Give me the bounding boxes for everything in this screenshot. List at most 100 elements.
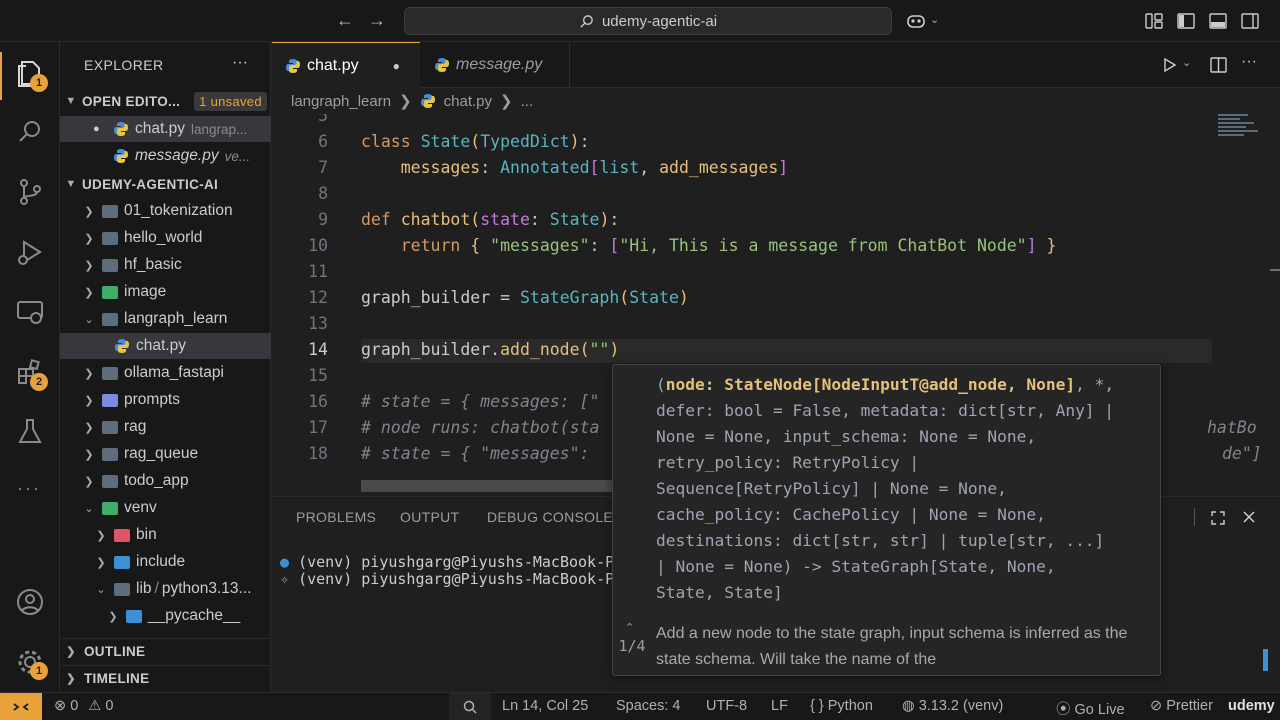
tree-folder[interactable]: ❯ ollama_fastapi bbox=[60, 360, 271, 386]
zoom-indicator[interactable] bbox=[449, 693, 491, 720]
chevron-down-icon: ▼ bbox=[65, 178, 77, 190]
broadcast-icon: ⦿ bbox=[1056, 702, 1071, 718]
search-text: udemy-agentic-ai bbox=[601, 12, 718, 30]
project-label: UDEMY-AGENTIC-AI bbox=[82, 176, 219, 192]
forward-arrow-icon[interactable]: → bbox=[368, 10, 386, 31]
horizontal-scrollbar[interactable] bbox=[361, 480, 621, 492]
tree-folder[interactable]: ❯ rag_queue bbox=[60, 441, 271, 467]
python-interpreter[interactable]: ◍ 3.13.2 (venv) bbox=[902, 698, 1003, 714]
testing-flask-icon[interactable] bbox=[14, 416, 46, 448]
signature-line: retry_policy: RetryPolicy | bbox=[656, 453, 920, 472]
tree-file-active[interactable]: chat.py bbox=[60, 333, 271, 359]
tree-folder-label: rag bbox=[124, 418, 147, 435]
pycache-folder-icon bbox=[126, 609, 142, 623]
line-endings[interactable]: LF bbox=[771, 698, 788, 714]
tree-folder[interactable]: ❯ image bbox=[60, 279, 271, 305]
tree-folder[interactable]: ❯ hello_world bbox=[60, 225, 271, 251]
outline-section[interactable]: ❯ OUTLINE bbox=[60, 638, 271, 664]
code-line-14: graph_builder.add_node("") bbox=[361, 340, 620, 359]
tree-folder[interactable]: ❯ hf_basic bbox=[60, 252, 271, 278]
back-arrow-icon[interactable]: ← bbox=[336, 10, 354, 31]
close-panel-icon[interactable] bbox=[1242, 510, 1256, 524]
error-icon: ⊗ bbox=[54, 698, 67, 714]
toggle-panel-icon[interactable] bbox=[1208, 11, 1228, 31]
breadcrumb-rest[interactable]: ... bbox=[521, 93, 534, 110]
tree-folder[interactable]: ❯ bin bbox=[60, 522, 271, 548]
explorer-more-actions[interactable]: ··· bbox=[232, 54, 248, 72]
code-line-16: # state = { messages: [" bbox=[361, 392, 600, 411]
terminal-status-dot-icon: ● bbox=[280, 553, 290, 571]
overload-up-chevron-icon[interactable]: ⌃ bbox=[625, 621, 634, 634]
minimap[interactable] bbox=[1212, 114, 1280, 496]
remote-explorer-icon[interactable] bbox=[14, 296, 46, 328]
code-line-18: # state = { "messages": bbox=[361, 444, 600, 463]
terminal-line: ✧ (venv) piyushgarg@Piyushs-MacBook-Pr bbox=[280, 570, 624, 588]
tree-folder-label: lib bbox=[136, 580, 152, 597]
cursor-position[interactable]: Ln 14, Col 25 bbox=[502, 698, 588, 714]
panel-tab-problems[interactable]: PROBLEMS bbox=[296, 509, 376, 525]
unsaved-dot-icon[interactable]: ● bbox=[393, 59, 400, 73]
split-editor-icon[interactable] bbox=[1210, 57, 1227, 73]
tree-folder[interactable]: ❯ prompts bbox=[60, 387, 271, 413]
tab-message-py[interactable]: message.py bbox=[420, 42, 570, 88]
encoding[interactable]: UTF-8 bbox=[706, 698, 747, 714]
go-live-button[interactable]: ⦿ Go Live bbox=[1056, 698, 1125, 719]
more-views-icon[interactable]: ··· bbox=[17, 478, 41, 499]
folder-icon bbox=[102, 474, 118, 488]
tab-chat-py[interactable]: chat.py ● bbox=[272, 42, 420, 88]
toggle-primary-sidebar-icon[interactable] bbox=[1176, 11, 1196, 31]
source-control-icon[interactable] bbox=[14, 176, 46, 208]
remote-indicator[interactable] bbox=[0, 693, 42, 720]
timeline-section[interactable]: ❯ TIMELINE bbox=[60, 665, 271, 691]
maximize-panel-icon[interactable] bbox=[1210, 510, 1226, 526]
run-debug-icon[interactable] bbox=[14, 236, 46, 268]
command-center-search[interactable]: udemy-agentic-ai bbox=[404, 7, 892, 35]
tree-folder-label: todo_app bbox=[124, 472, 189, 489]
code-line-9: def chatbot(state: State): bbox=[361, 210, 620, 229]
tree-folder-label: rag_queue bbox=[124, 445, 199, 462]
line-number: 5 bbox=[318, 114, 328, 125]
folder-icon bbox=[102, 366, 118, 380]
tree-folder-open[interactable]: ⌄ lib / python3.13... bbox=[60, 576, 271, 602]
venv-folder-icon bbox=[102, 501, 118, 515]
search-icon[interactable] bbox=[14, 116, 46, 148]
breadcrumb-file[interactable]: chat.py bbox=[444, 93, 492, 110]
line-number: 18 bbox=[308, 444, 328, 463]
breadcrumb: langraph_learn ❯ chat.py ❯ ... bbox=[272, 88, 1280, 114]
tree-folder[interactable]: ❯ todo_app bbox=[60, 468, 271, 494]
panel-tab-output[interactable]: OUTPUT bbox=[400, 509, 459, 525]
status-bar: ⊗ 0 ⚠ 0 Ln 14, Col 25 Spaces: 4 UTF-8 LF… bbox=[0, 692, 1280, 720]
tree-folder-label: include bbox=[136, 553, 186, 570]
run-play-icon[interactable] bbox=[1161, 57, 1177, 73]
tree-folder[interactable]: ❯ include bbox=[60, 549, 271, 575]
tree-folder-open[interactable]: ⌄ langraph_learn bbox=[60, 306, 271, 332]
copilot-icon[interactable] bbox=[906, 11, 926, 31]
toggle-secondary-sidebar-icon[interactable] bbox=[1240, 11, 1260, 31]
open-editors-section[interactable]: ▼ OPEN EDITO... 1 unsaved bbox=[60, 88, 271, 114]
breadcrumb-folder[interactable]: langraph_learn bbox=[291, 93, 391, 110]
tree-folder-label: venv bbox=[124, 499, 157, 516]
prettier-status[interactable]: ⊘ Prettier bbox=[1150, 698, 1213, 714]
editor-more-actions[interactable]: ··· bbox=[1241, 53, 1257, 71]
signature-hover-popup[interactable]: (node: StateNode[NodeInputT@add_node, No… bbox=[612, 364, 1161, 676]
tree-folder[interactable]: ❯ 01_tokenization bbox=[60, 198, 271, 224]
project-section[interactable]: ▼ UDEMY-AGENTIC-AI bbox=[60, 171, 271, 197]
extensions-badge: 2 bbox=[30, 373, 48, 391]
open-editor-item[interactable]: ● chat.py langrap... bbox=[60, 116, 271, 142]
indentation[interactable]: Spaces: 4 bbox=[616, 698, 681, 714]
customize-layout-icon[interactable] bbox=[1144, 11, 1164, 31]
problems-indicator[interactable]: ⊗ 0 ⚠ 0 bbox=[54, 698, 113, 714]
copilot-chevron-down-icon[interactable]: ⌄ bbox=[930, 13, 939, 26]
panel-tab-debug-console[interactable]: DEBUG CONSOLE bbox=[487, 509, 613, 525]
line-number: 16 bbox=[308, 392, 328, 411]
account-icon[interactable] bbox=[14, 586, 46, 618]
terminal-sparkle-icon: ✧ bbox=[280, 570, 290, 588]
tree-folder[interactable]: ❯ rag bbox=[60, 414, 271, 440]
folder-icon bbox=[102, 447, 118, 461]
open-editor-item[interactable]: message.py ve... bbox=[60, 143, 271, 169]
tree-folder[interactable]: ❯ __pycache__ bbox=[60, 603, 271, 629]
run-chevron-down-icon[interactable]: ⌄ bbox=[1182, 56, 1191, 69]
tree-folder-open[interactable]: ⌄ venv bbox=[60, 495, 271, 521]
language-mode[interactable]: { } Python bbox=[810, 698, 873, 714]
signature-line: (node: StateNode[NodeInputT@add_node, No… bbox=[656, 375, 1115, 394]
